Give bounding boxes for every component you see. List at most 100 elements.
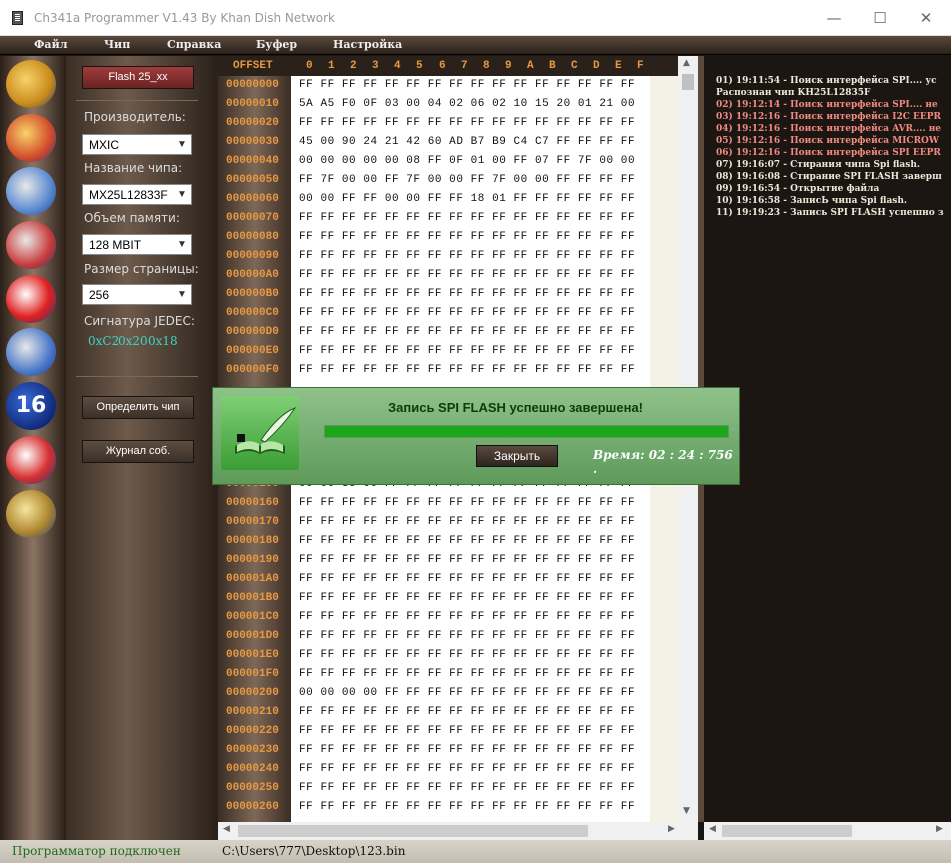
menu-help[interactable]: Справка: [167, 38, 221, 51]
row-bytes[interactable]: FF FF FF FF FF FF FF FF FF FF FF FF FF F…: [299, 535, 635, 547]
minimize-button[interactable]: —: [811, 4, 857, 32]
blank-check-icon[interactable]: [6, 436, 56, 484]
write-chip-icon[interactable]: [6, 221, 56, 269]
hex-row[interactable]: 00000260 FF FF FF FF FF FF FF FF FF FF FF…: [218, 798, 650, 817]
hex-row[interactable]: 00000210 FF FF FF FF FF FF FF FF FF FF FF…: [218, 703, 650, 722]
hex-row[interactable]: 000000F0 FF FF FF FF FF FF FF FF FF FF FF…: [218, 361, 650, 380]
open-folder-icon[interactable]: [6, 60, 56, 108]
row-bytes[interactable]: 00 00 00 00 00 08 FF 0F 01 00 FF 07 FF 7…: [299, 155, 635, 167]
hex-horizontal-scrollbar[interactable]: ◀ ▶: [218, 822, 698, 840]
chip-type-button[interactable]: Flash 25_xx: [82, 66, 194, 89]
hex-row[interactable]: 000000A0 FF FF FF FF FF FF FF FF FF FF FF…: [218, 266, 650, 285]
maximize-button[interactable]: ☐: [857, 4, 903, 32]
menu-file[interactable]: Файл: [34, 38, 67, 51]
hex-row[interactable]: 000001B0 FF FF FF FF FF FF FF FF FF FF FF…: [218, 589, 650, 608]
row-bytes[interactable]: FF FF FF FF FF FF FF FF FF FF FF FF FF F…: [299, 231, 635, 243]
verify-chip-icon[interactable]: [6, 328, 56, 376]
hex-row[interactable]: 00000170 FF FF FF FF FF FF FF FF FF FF FF…: [218, 513, 650, 532]
hex-row[interactable]: 00000010 5A A5 F0 0F 03 00 04 02 06 02 10…: [218, 95, 650, 114]
row-bytes[interactable]: FF FF FF FF FF FF FF FF FF FF FF FF FF F…: [299, 554, 635, 566]
row-bytes[interactable]: FF FF FF FF FF FF FF FF FF FF FF FF FF F…: [299, 592, 635, 604]
row-bytes[interactable]: FF FF FF FF FF FF FF FF FF FF FF FF FF F…: [299, 516, 635, 528]
scroll-up-icon[interactable]: ▲: [683, 58, 690, 68]
row-bytes[interactable]: FF FF FF FF FF FF FF FF FF FF FF FF FF F…: [299, 212, 635, 224]
hex-row[interactable]: 00000250 FF FF FF FF FF FF FF FF FF FF FF…: [218, 779, 650, 798]
hex-row[interactable]: 000001D0 FF FF FF FF FF FF FF FF FF FF FF…: [218, 627, 650, 646]
badge-16-icon[interactable]: 16: [6, 382, 56, 430]
row-bytes[interactable]: FF 7F 00 00 FF 7F 00 00 FF 7F 00 00 FF F…: [299, 174, 635, 186]
row-bytes[interactable]: FF FF FF FF FF FF FF FF FF FF FF FF FF F…: [299, 801, 635, 813]
menu-settings[interactable]: Настройка: [333, 38, 402, 51]
hex-row[interactable]: 000000E0 FF FF FF FF FF FF FF FF FF FF FF…: [218, 342, 650, 361]
row-bytes[interactable]: FF FF FF FF FF FF FF FF FF FF FF FF FF F…: [299, 326, 635, 338]
log-horizontal-scrollbar[interactable]: ◀ ▶: [704, 822, 951, 840]
row-bytes[interactable]: FF FF FF FF FF FF FF FF FF FF FF FF FF F…: [299, 630, 635, 642]
row-bytes[interactable]: 00 00 FF FF 00 00 FF FF 18 01 FF FF FF F…: [299, 193, 635, 205]
detect-chip-button[interactable]: Определить чип: [82, 396, 194, 419]
row-bytes[interactable]: FF FF FF FF FF FF FF FF FF FF FF FF FF F…: [299, 725, 635, 737]
scrollbar-thumb[interactable]: [238, 825, 588, 837]
row-bytes[interactable]: FF FF FF FF FF FF FF FF FF FF FF FF FF F…: [299, 345, 635, 357]
page-size-select[interactable]: 256 ▼: [82, 284, 192, 305]
row-bytes[interactable]: 5A A5 F0 0F 03 00 04 02 06 02 10 15 20 0…: [299, 98, 635, 110]
manufacturer-select[interactable]: MXIC ▼: [82, 134, 192, 155]
hex-row[interactable]: 00000080 FF FF FF FF FF FF FF FF FF FF FF…: [218, 228, 650, 247]
hex-row[interactable]: 00000240 FF FF FF FF FF FF FF FF FF FF FF…: [218, 760, 650, 779]
row-bytes[interactable]: FF FF FF FF FF FF FF FF FF FF FF FF FF F…: [299, 269, 635, 281]
row-bytes[interactable]: FF FF FF FF FF FF FF FF FF FF FF FF FF F…: [299, 573, 635, 585]
row-bytes[interactable]: FF FF FF FF FF FF FF FF FF FF FF FF FF F…: [299, 79, 635, 91]
hex-row[interactable]: 00000190 FF FF FF FF FF FF FF FF FF FF FF…: [218, 551, 650, 570]
row-bytes[interactable]: FF FF FF FF FF FF FF FF FF FF FF FF FF F…: [299, 117, 635, 129]
row-bytes[interactable]: 00 00 00 00 FF FF FF FF FF FF FF FF FF F…: [299, 687, 635, 699]
hex-row[interactable]: 00000220 FF FF FF FF FF FF FF FF FF FF FF…: [218, 722, 650, 741]
hex-row[interactable]: 00000030 45 00 90 24 21 42 60 AD B7 B9 C4…: [218, 133, 650, 152]
row-bytes[interactable]: FF FF FF FF FF FF FF FF FF FF FF FF FF F…: [299, 307, 635, 319]
row-bytes[interactable]: FF FF FF FF FF FF FF FF FF FF FF FF FF F…: [299, 706, 635, 718]
hex-row[interactable]: 00000000 FF FF FF FF FF FF FF FF FF FF FF…: [218, 76, 650, 95]
row-bytes[interactable]: FF FF FF FF FF FF FF FF FF FF FF FF FF F…: [299, 288, 635, 300]
memory-size-select[interactable]: 128 MBIT ▼: [82, 234, 192, 255]
hex-row[interactable]: 000000B0 FF FF FF FF FF FF FF FF FF FF FF…: [218, 285, 650, 304]
hex-row[interactable]: 000000D0 FF FF FF FF FF FF FF FF FF FF FF…: [218, 323, 650, 342]
scroll-left-icon[interactable]: ◀: [223, 824, 230, 834]
row-bytes[interactable]: FF FF FF FF FF FF FF FF FF FF FF FF FF F…: [299, 649, 635, 661]
hex-row[interactable]: 00000160 FF FF FF FF FF FF FF FF FF FF FF…: [218, 494, 650, 513]
scrollbar-thumb[interactable]: [722, 825, 852, 837]
menu-chip[interactable]: Чип: [104, 38, 130, 51]
hex-row[interactable]: 000001C0 FF FF FF FF FF FF FF FF FF FF FF…: [218, 608, 650, 627]
hex-row[interactable]: 00000090 FF FF FF FF FF FF FF FF FF FF FF…: [218, 247, 650, 266]
scroll-right-icon[interactable]: ▶: [936, 824, 943, 834]
hex-row[interactable]: 000001A0 FF FF FF FF FF FF FF FF FF FF FF…: [218, 570, 650, 589]
hex-row[interactable]: 000001F0 FF FF FF FF FF FF FF FF FF FF FF…: [218, 665, 650, 684]
scrollbar-thumb[interactable]: [682, 74, 694, 90]
hex-row[interactable]: 00000230 FF FF FF FF FF FF FF FF FF FF FF…: [218, 741, 650, 760]
hex-row[interactable]: 00000060 00 00 FF FF 00 00 FF FF 18 01 FF…: [218, 190, 650, 209]
row-bytes[interactable]: FF FF FF FF FF FF FF FF FF FF FF FF FF F…: [299, 250, 635, 262]
edit-quill-icon[interactable]: [6, 490, 56, 538]
hex-row[interactable]: 00000180 FF FF FF FF FF FF FF FF FF FF FF…: [218, 532, 650, 551]
row-bytes[interactable]: 45 00 90 24 21 42 60 AD B7 B9 C4 C7 FF F…: [299, 136, 635, 148]
hex-row[interactable]: 00000070 FF FF FF FF FF FF FF FF FF FF FF…: [218, 209, 650, 228]
dialog-close-button[interactable]: Закрыть: [476, 445, 558, 467]
scroll-down-icon[interactable]: ▼: [683, 806, 690, 816]
row-bytes[interactable]: FF FF FF FF FF FF FF FF FF FF FF FF FF F…: [299, 744, 635, 756]
menu-buffer[interactable]: Буфер: [256, 38, 297, 51]
hex-row[interactable]: 000001E0 FF FF FF FF FF FF FF FF FF FF FF…: [218, 646, 650, 665]
erase-chip-icon[interactable]: [6, 275, 56, 323]
save-folder-icon[interactable]: [6, 114, 56, 162]
hex-row[interactable]: 00000040 00 00 00 00 00 08 FF 0F 01 00 FF…: [218, 152, 650, 171]
chip-name-select[interactable]: MX25L12833F ▼: [82, 184, 192, 205]
scroll-right-icon[interactable]: ▶: [668, 824, 675, 834]
row-bytes[interactable]: FF FF FF FF FF FF FF FF FF FF FF FF FF F…: [299, 611, 635, 623]
hex-row[interactable]: 00000050 FF 7F 00 00 FF 7F 00 00 FF 7F 00…: [218, 171, 650, 190]
row-bytes[interactable]: FF FF FF FF FF FF FF FF FF FF FF FF FF F…: [299, 782, 635, 794]
hex-row[interactable]: 000000C0 FF FF FF FF FF FF FF FF FF FF FF…: [218, 304, 650, 323]
row-bytes[interactable]: FF FF FF FF FF FF FF FF FF FF FF FF FF F…: [299, 497, 635, 509]
event-log-button[interactable]: Журнал соб.: [82, 440, 194, 463]
read-chip-icon[interactable]: [6, 167, 56, 215]
close-window-button[interactable]: ✕: [903, 4, 949, 32]
hex-row[interactable]: 00000200 00 00 00 00 FF FF FF FF FF FF FF…: [218, 684, 650, 703]
row-bytes[interactable]: FF FF FF FF FF FF FF FF FF FF FF FF FF F…: [299, 668, 635, 680]
row-bytes[interactable]: FF FF FF FF FF FF FF FF FF FF FF FF FF F…: [299, 364, 635, 376]
row-bytes[interactable]: FF FF FF FF FF FF FF FF FF FF FF FF FF F…: [299, 763, 635, 775]
